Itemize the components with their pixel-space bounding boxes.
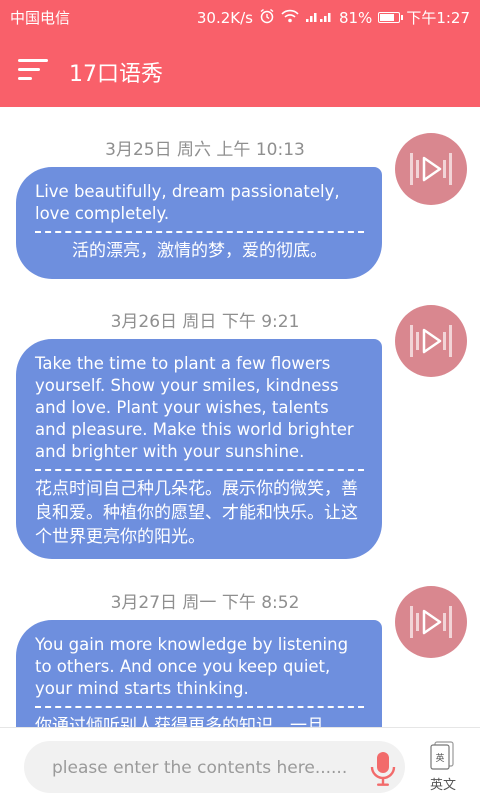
message-english: Take the time to plant a few flowers you…	[35, 354, 354, 461]
message-english: You gain more knowledge by listening to …	[35, 635, 349, 698]
alarm-icon	[259, 8, 275, 28]
play-audio-button[interactable]	[395, 586, 467, 658]
message-date: 3月25日 周六 上午 10:13	[105, 140, 305, 160]
status-right: 30.2K/s 81% 下午1:27	[197, 7, 470, 28]
message-input[interactable]	[50, 751, 354, 785]
battery-fill	[380, 14, 395, 21]
message-date: 3月27日 周一 下午 8:52	[110, 593, 300, 613]
voice-input-button[interactable]	[370, 751, 396, 787]
dashed-divider	[35, 231, 364, 233]
wifi-icon	[281, 9, 299, 27]
play-audio-button[interactable]	[395, 305, 467, 377]
signal-icon	[305, 9, 333, 27]
input-container	[24, 741, 405, 793]
message-bubble[interactable]: Live beautifully, dream passionately, lo…	[16, 167, 382, 279]
menu-icon	[18, 59, 48, 80]
message-chinese: 你通过倾听别人获得更多的知识。一旦	[35, 716, 324, 727]
battery-icon	[378, 12, 404, 23]
language-badge: 英	[435, 752, 444, 764]
battery-percent: 81%	[338, 8, 373, 27]
menu-button[interactable]	[18, 56, 50, 84]
play-audio-button[interactable]	[395, 133, 467, 205]
message-bubble[interactable]: You gain more knowledge by listening to …	[16, 620, 382, 727]
app-bar: 17口语秀	[0, 32, 480, 107]
translate-card-icon: 英	[430, 741, 454, 770]
carrier-label: 中国电信	[10, 9, 71, 27]
status-bar: 中国电信 30.2K/s 81% 下午1:27	[0, 0, 480, 32]
play-icon	[410, 606, 452, 638]
input-bar: 英 英文	[0, 727, 480, 800]
net-speed: 30.2K/s	[196, 8, 253, 27]
dashed-divider	[35, 706, 364, 708]
message-bubble[interactable]: Take the time to plant a few flowers you…	[16, 339, 382, 559]
app-title: 17口语秀	[69, 62, 163, 87]
language-toggle-button[interactable]: 英 英文	[418, 738, 468, 798]
message-chinese: 花点时间自己种几朵花。展示你的微笑，善良和爱。种植你的愿望、才能和快乐。让这个世…	[35, 479, 358, 547]
play-icon	[410, 153, 452, 185]
microphone-icon	[370, 752, 396, 786]
message-chinese: 活的漂亮，激情的梦，爱的彻底。	[72, 241, 327, 261]
chat-list[interactable]: 3月25日 周六 上午 10:13 Live beautifully, drea…	[0, 107, 480, 727]
message-english: Live beautifully, dream passionately, lo…	[35, 182, 340, 223]
dashed-divider	[35, 469, 364, 471]
language-label: 英文	[429, 778, 456, 793]
play-icon	[410, 325, 452, 357]
message-date: 3月26日 周日 下午 9:21	[110, 312, 300, 332]
clock: 下午1:27	[406, 9, 470, 27]
